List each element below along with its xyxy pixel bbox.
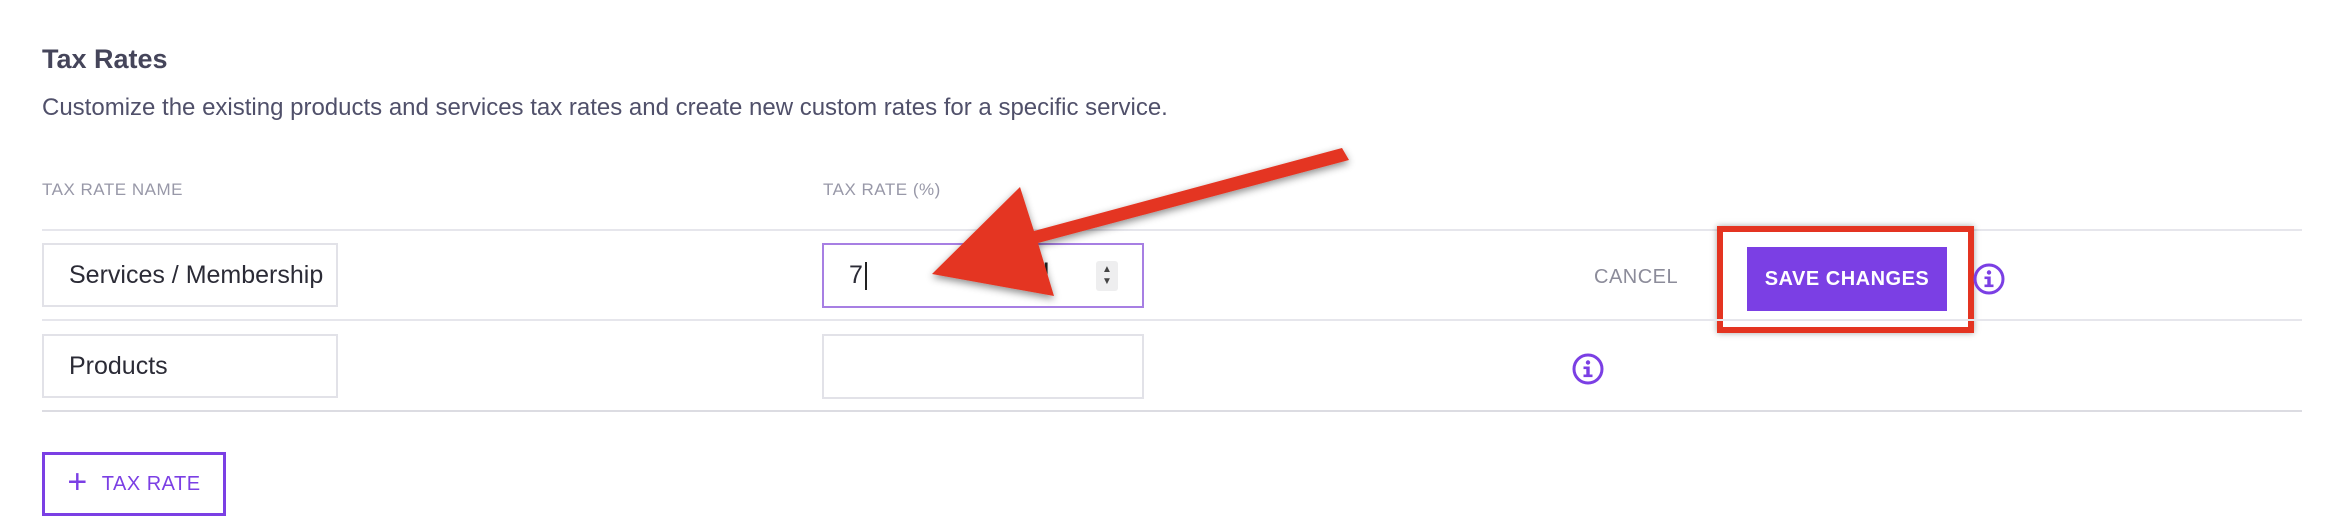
- page-title: Tax Rates: [42, 44, 168, 74]
- add-tax-rate-label: TAX RATE: [101, 472, 201, 495]
- tax-rate-name-value: Services / Membership: [69, 260, 324, 289]
- tax-rate-input[interactable]: [822, 334, 1144, 399]
- tax-rate-name-field[interactable]: Products: [42, 334, 338, 398]
- info-icon[interactable]: [1571, 352, 1605, 386]
- text-caret: [864, 261, 867, 290]
- table-bottom-divider: [42, 410, 2302, 412]
- info-icon[interactable]: [1972, 262, 2006, 296]
- add-tax-rate-button[interactable]: + TAX RATE: [42, 452, 226, 516]
- column-header-name: TAX RATE NAME: [42, 180, 183, 199]
- tax-rate-input[interactable]: 7 I ▲ ▼: [822, 243, 1144, 308]
- spinner-down-icon[interactable]: ▼: [1102, 276, 1112, 288]
- number-spinner[interactable]: ▲ ▼: [1096, 261, 1118, 291]
- row-divider: [42, 319, 2302, 321]
- text-cursor-icon: I: [1042, 257, 1051, 290]
- tax-rate-value: 7: [849, 261, 863, 289]
- page-description: Customize the existing products and serv…: [42, 94, 1168, 121]
- spinner-up-icon[interactable]: ▲: [1102, 264, 1112, 276]
- column-header-rate: TAX RATE (%): [823, 180, 941, 199]
- plus-icon: +: [67, 463, 88, 501]
- tax-rate-name-field[interactable]: Services / Membership: [42, 243, 338, 307]
- tax-rate-name-value: Products: [69, 351, 168, 380]
- cancel-button[interactable]: CANCEL: [1594, 266, 1678, 289]
- save-changes-button[interactable]: SAVE CHANGES: [1747, 247, 1947, 311]
